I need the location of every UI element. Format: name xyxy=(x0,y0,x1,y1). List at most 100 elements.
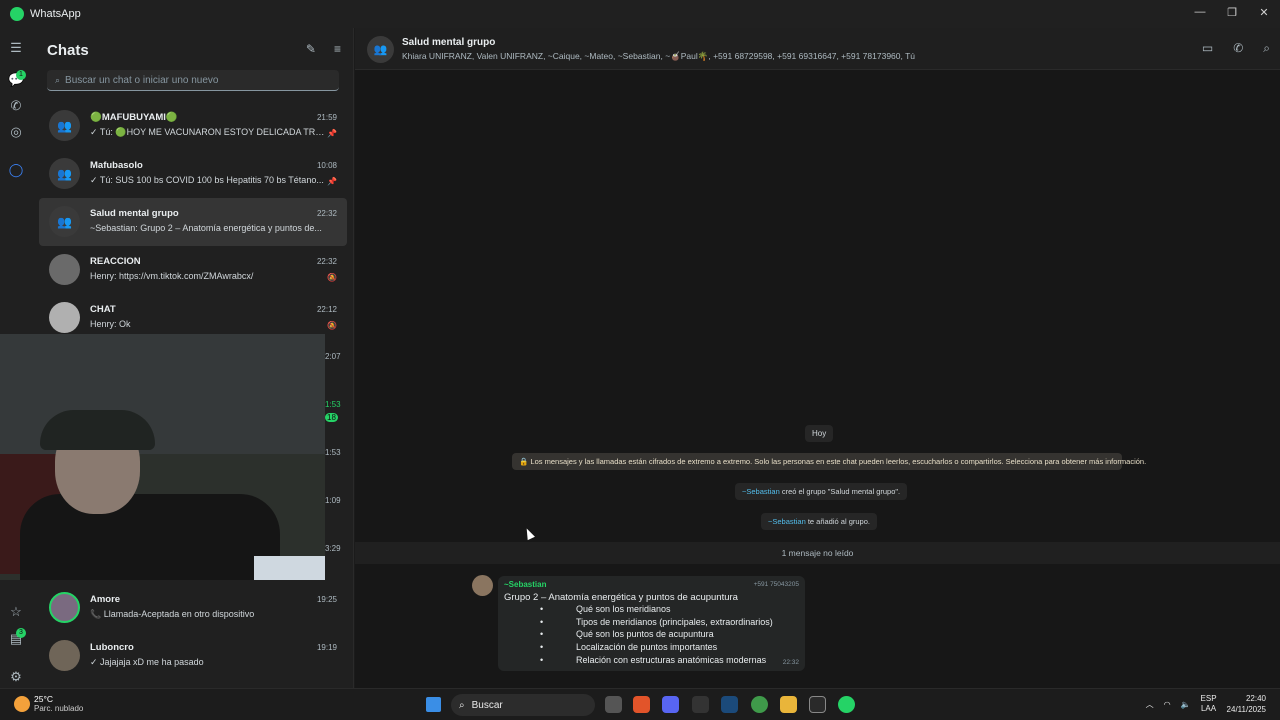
chat-preview: ✓ Tú: 🟢HOY ME VACUNARON ESTOY DELICADA T… xyxy=(90,127,326,137)
message-title: Grupo 2 – Anatomía energética y puntos d… xyxy=(504,592,738,603)
chat-time: 22:12 xyxy=(316,305,337,314)
wifi-icon[interactable]: ◠ xyxy=(1164,700,1171,709)
message-time: 22:32 xyxy=(782,659,799,666)
file-explorer-icon[interactable] xyxy=(780,696,797,713)
partial-time: 1:53 xyxy=(325,400,341,409)
date-divider: Hoy xyxy=(805,425,834,442)
status-icon[interactable]: ◎ xyxy=(8,124,24,140)
message-list: Qué son los meridianos Tipos de meridian… xyxy=(540,604,773,667)
language-indicator[interactable]: ESP LAA xyxy=(1201,694,1217,714)
minimize-button[interactable]: — xyxy=(1184,0,1216,24)
chat-time: 19:19 xyxy=(316,643,337,652)
system-message-created: ~Sebastian creó el grupo "Salud mental g… xyxy=(735,483,908,500)
chat-name: REACCION xyxy=(90,256,141,267)
list-item: Qué son los meridianos xyxy=(540,604,773,617)
group-avatar-icon: 👥 xyxy=(49,110,80,141)
chat-header[interactable]: 👥 Salud mental grupo Khiara UNIFRANZ, Va… xyxy=(355,28,1280,70)
chat-name: Amore xyxy=(90,594,121,605)
chat-item-salud-mental[interactable]: 👥 Salud mental grupo 22:32 ~Sebastian: G… xyxy=(39,198,347,246)
brave-icon[interactable] xyxy=(633,696,650,713)
weather-widget[interactable]: 25°C Parc. nublado xyxy=(14,694,83,713)
weather-icon xyxy=(14,695,30,712)
chat-item-luboncro[interactable]: Luboncro 19:19 ✓ Jajajaja xD me ha pasad… xyxy=(39,632,347,680)
chat-members: Khiara UNIFRANZ, Valen UNIFRANZ, ~Caique… xyxy=(402,51,915,61)
chat-preview: 📞 Llamada-Aceptada en otro dispositivo xyxy=(90,609,255,619)
filter-icon[interactable]: ≡ xyxy=(334,42,341,56)
chat-title: Salud mental grupo xyxy=(402,37,496,48)
partial-time: 1:53 xyxy=(325,448,341,457)
settings-icon[interactable]: ⚙ xyxy=(8,669,24,685)
capcut-icon[interactable] xyxy=(809,696,826,713)
menu-icon[interactable]: ☰ xyxy=(8,40,24,56)
whatsapp-icon[interactable] xyxy=(838,696,855,713)
avatar[interactable] xyxy=(472,575,493,596)
chat-name: Mafubasolo xyxy=(90,160,143,171)
steam-icon[interactable] xyxy=(721,696,738,713)
conversation-pane: 👥 Salud mental grupo Khiara UNIFRANZ, Va… xyxy=(355,28,1280,688)
meta-ai-icon[interactable]: ◯ xyxy=(8,162,24,178)
epic-games-icon[interactable] xyxy=(692,696,709,713)
webcam-overlay xyxy=(0,334,325,580)
lang-secondary: LAA xyxy=(1200,704,1217,713)
chat-item-amore[interactable]: Amore 19:25 📞 Llamada-Aceptada en otro d… xyxy=(39,584,347,632)
clock[interactable]: 22:40 24/11/2025 xyxy=(1227,693,1266,715)
webcam-person-body xyxy=(20,494,280,580)
taskbar-search[interactable]: ⌕ Buscar xyxy=(451,694,595,716)
avatar xyxy=(49,302,80,333)
chrome-icon[interactable] xyxy=(751,696,768,713)
chat-item-reaccion[interactable]: REACCION 22:32 Henry: https://vm.tiktok.… xyxy=(39,246,347,294)
group-avatar-icon: 👥 xyxy=(49,206,80,237)
message-sender[interactable]: ~Sebastian xyxy=(504,580,546,589)
mention[interactable]: ~Sebastian xyxy=(742,487,780,496)
system-tray: ︿ ◠ 🔈 ESP LAA 22:40 24/11/2025 xyxy=(1146,693,1266,715)
list-item: Tipos de meridianos (principales, extrao… xyxy=(540,617,773,630)
chats-badge: 1 xyxy=(16,70,26,80)
weather-temp: 25°C xyxy=(34,694,53,704)
search-icon[interactable]: ⌕ xyxy=(1263,41,1270,56)
chevron-up-icon[interactable]: ︿ xyxy=(1146,699,1154,710)
webcam-screen-glow xyxy=(254,556,325,580)
muted-icon: 🔕 xyxy=(327,273,337,282)
chat-time: 10:08 xyxy=(316,161,337,170)
app-title: WhatsApp xyxy=(30,8,81,20)
message-bubble[interactable]: ~Sebastian +591 75043205 Grupo 2 – Anato… xyxy=(498,576,805,671)
taskbar: 25°C Parc. nublado ⌕ Buscar ︿ ◠ 🔈 ESP LA… xyxy=(0,688,1280,720)
partial-time: 1:09 xyxy=(325,496,341,505)
voice-call-icon[interactable]: ✆ xyxy=(1233,41,1243,56)
pin-icon: 📌 xyxy=(327,129,337,138)
new-chat-icon[interactable]: ✎ xyxy=(306,42,316,56)
taskbar-search-label: Buscar xyxy=(471,699,503,711)
chat-name: Luboncro xyxy=(90,642,134,653)
starred-icon[interactable]: ☆ xyxy=(8,604,24,620)
clock-date: 24/11/2025 xyxy=(1226,705,1266,714)
mention[interactable]: ~Sebastian xyxy=(768,517,806,526)
partial-unread-badge: 18 xyxy=(325,413,338,422)
calls-icon[interactable]: ✆ xyxy=(8,98,24,114)
list-item: Qué son los puntos de acupuntura xyxy=(540,629,773,642)
unread-divider: 1 mensaje no leído xyxy=(355,542,1280,564)
system-text: creó el grupo "Salud mental grupo". xyxy=(779,487,901,496)
volume-icon[interactable]: 🔈 xyxy=(1181,700,1191,709)
message-phone: +591 75043205 xyxy=(753,581,799,588)
search-input[interactable]: ⌕ Buscar un chat o iniciar uno nuevo xyxy=(47,70,339,91)
chat-preview: ✓ Jajajaja xD me ha pasado xyxy=(90,657,204,667)
discord-icon[interactable] xyxy=(662,696,679,713)
chat-item-mafubuyami[interactable]: 👥 🟢MAFUBUYAMI🟢 21:59 ✓ Tú: 🟢HOY ME VACUN… xyxy=(39,102,347,150)
archived-badge: 3 xyxy=(16,628,26,638)
encryption-notice[interactable]: 🔒 Los mensajes y las llamadas están cifr… xyxy=(512,453,1146,470)
chat-item-mafubasolo[interactable]: 👥 Mafubasolo 10:08 ✓ Tú: SUS 100 bs COVI… xyxy=(39,150,347,198)
maximize-button[interactable]: ❐ xyxy=(1216,0,1248,24)
partial-time: 3:29 xyxy=(325,544,341,553)
chat-time: 22:32 xyxy=(316,209,337,218)
search-placeholder: Buscar un chat o iniciar uno nuevo xyxy=(65,74,219,86)
video-call-icon[interactable]: ▭ xyxy=(1202,41,1213,56)
list-item: Localización de puntos importantes xyxy=(540,642,773,655)
system-message-added: ~Sebastian te añadió al grupo. xyxy=(761,513,877,530)
close-button[interactable]: ✕ xyxy=(1248,0,1280,24)
weather-desc: Parc. nublado xyxy=(34,704,84,713)
windows-start-icon[interactable] xyxy=(426,697,441,712)
group-avatar-icon: 👥 xyxy=(49,158,80,189)
taskbar-app-icon[interactable] xyxy=(605,696,622,713)
partial-time: 2:07 xyxy=(325,352,341,361)
chat-preview: ✓ Tú: SUS 100 bs COVID 100 bs Hepatitis … xyxy=(90,175,324,185)
